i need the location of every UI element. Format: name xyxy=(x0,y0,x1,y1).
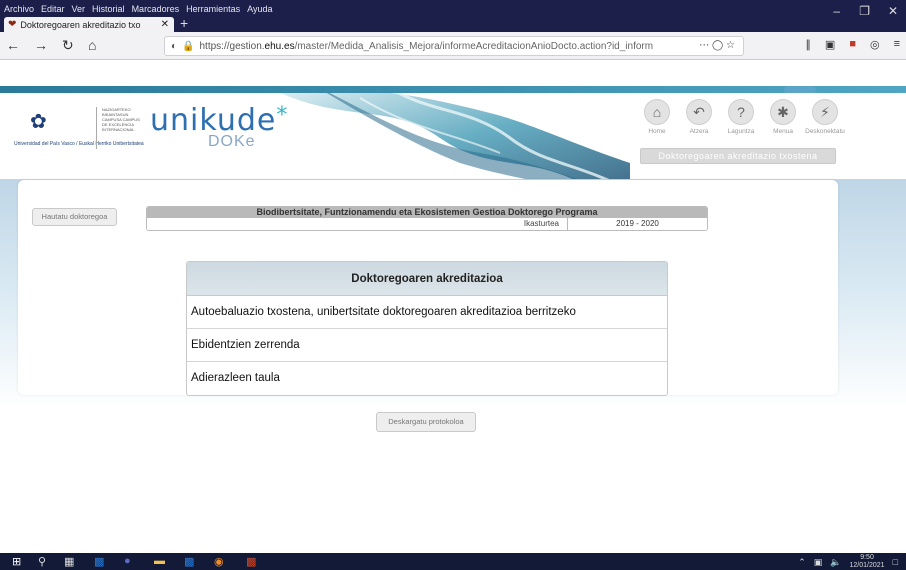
new-tab-icon[interactable]: + xyxy=(180,15,188,31)
site-favicon-icon: ❤ xyxy=(8,19,17,30)
menu-editar[interactable]: Editar xyxy=(41,4,65,14)
clock-time: 9:50 xyxy=(860,554,874,561)
menu-list: Archivo Editar Ver Historial Marcadores … xyxy=(4,4,272,14)
firefox-icon[interactable]: ◉ xyxy=(214,555,224,568)
menu-herramientas[interactable]: Herramientas xyxy=(186,4,240,14)
home-browser-icon[interactable]: ⌂ xyxy=(88,37,96,53)
self-assessment-report-link[interactable]: Autoebaluazio txostena, unibertsitate do… xyxy=(187,296,667,329)
nav-deskonektatu-label: Deskonektatu xyxy=(805,128,845,135)
accreditation-table: Doktoregoaren akreditazioa Autoebaluazio… xyxy=(186,261,668,396)
shield-icon[interactable]: ◐ xyxy=(171,41,177,52)
volume-icon[interactable]: 🔈 xyxy=(830,557,841,568)
tab-title: Doktoregoaren akreditazio txo xyxy=(20,19,141,30)
menu-archivo[interactable]: Archivo xyxy=(4,4,34,14)
app-sub-name: DOKe xyxy=(208,133,256,150)
windows-start-icon[interactable]: ⊞ xyxy=(12,555,21,568)
back-icon[interactable]: ← xyxy=(6,37,20,53)
hamburger-menu-icon[interactable]: ≡ xyxy=(894,38,900,51)
menu-ver[interactable]: Ver xyxy=(72,4,86,14)
nav-laguntza[interactable]: ? Laguntza xyxy=(726,99,756,135)
section-title: Doktoregoaren akreditazio txostena xyxy=(640,148,836,164)
word-icon[interactable]: ▩ xyxy=(184,555,194,568)
year-label: Ikasturtea xyxy=(523,219,559,228)
menu-marcadores[interactable]: Marcadores xyxy=(132,4,180,14)
program-name: Biodibertsitate, Funtzionamendu eta Ekos… xyxy=(147,207,707,218)
reload-icon[interactable]: ↻ xyxy=(62,37,74,54)
nav-deskonektatu[interactable]: ⚡ Deskonektatu xyxy=(805,99,845,135)
download-protocol-button[interactable]: Deskargatu protokoloa xyxy=(376,412,476,432)
clock-date: 12/01/2021 xyxy=(849,562,885,569)
sidebar-icon[interactable]: ▣ xyxy=(825,38,835,51)
url-text: https://gestion.ehu.es/master/Medida_Ana… xyxy=(199,40,654,52)
university-name: Universidad del País Vasco / Euskal Herr… xyxy=(14,141,144,147)
evidence-list-link[interactable]: Ebidentzien zerrenda xyxy=(187,329,667,362)
library-icon[interactable]: ∥ xyxy=(805,38,811,51)
nav-menua-label: Menua xyxy=(773,128,793,135)
logo-divider xyxy=(96,107,97,149)
tray-chevron-icon[interactable]: ⌃ xyxy=(798,557,806,568)
nav-home[interactable]: ⌂ Home xyxy=(642,99,672,135)
menu-historial[interactable]: Historial xyxy=(92,4,125,14)
year-row: Ikasturtea 2019 - 2020 xyxy=(147,218,707,230)
menu-ayuda[interactable]: Ayuda xyxy=(247,4,272,14)
ehu-logo[interactable]: ✿ Universidad del País Vasco / Euskal He… xyxy=(14,107,144,157)
indicators-table-link[interactable]: Adierazleen taula xyxy=(187,362,667,395)
help-icon: ? xyxy=(728,99,754,125)
url-actions: ⋯ ◯ ☆ xyxy=(695,40,735,51)
top-navigation: ⌂ Home ↶ Atzera ? Laguntza ✱ Menua ⚡ Des… xyxy=(642,99,845,135)
program-info-box: Biodibertsitate, Funtzionamendu eta Ekos… xyxy=(146,206,708,231)
home-icon: ⌂ xyxy=(644,99,670,125)
windows-taskbar: ⊞ ⚲ ▦ ▩ ● ▬ ▩ ◉ ▩ ⌃ ▣ 🔈 9:50 12/01/2021 … xyxy=(0,553,906,570)
pocket-icon[interactable]: ◯ xyxy=(712,40,723,51)
select-program-button[interactable]: Hautatu doktoregoa xyxy=(32,208,117,226)
close-tab-icon[interactable]: ✕ xyxy=(161,19,169,30)
nav-atzera-label: Atzera xyxy=(689,128,709,135)
restore-icon[interactable]: ❐ xyxy=(859,4,870,18)
top-accent-strip xyxy=(0,86,906,94)
ehu-tree-icon: ✿ xyxy=(30,111,47,133)
outlook-icon[interactable]: ▩ xyxy=(94,555,104,568)
teams-icon[interactable]: ● xyxy=(124,555,131,567)
powerpoint-icon[interactable]: ▩ xyxy=(246,555,256,568)
file-explorer-icon[interactable]: ▬ xyxy=(154,555,165,567)
nav-atzera[interactable]: ↶ Atzera xyxy=(684,99,714,135)
site-header: ✿ Universidad del País Vasco / Euskal He… xyxy=(0,93,906,179)
back-arrow-icon: ↶ xyxy=(686,99,712,125)
browser-toolbar: ∥ ▣ ■ ◎ ≡ xyxy=(805,38,900,51)
browser-navbar: ← → ↻ ⌂ ◐ 🔒 https://gestion.ehu.es/maste… xyxy=(0,32,906,60)
page-actions-icon[interactable]: ⋯ xyxy=(699,40,709,51)
search-icon[interactable]: ⚲ xyxy=(38,555,46,568)
asterisk-icon: * xyxy=(276,103,289,128)
lock-icon[interactable]: 🔒 xyxy=(182,41,194,52)
menu-icon: ✱ xyxy=(770,99,796,125)
smoke-decoration xyxy=(280,93,630,179)
network-icon[interactable]: ▣ xyxy=(814,557,823,568)
disconnect-icon: ⚡ xyxy=(812,99,838,125)
bookmark-star-icon[interactable]: ☆ xyxy=(726,40,735,51)
accreditation-title: Doktoregoaren akreditazioa xyxy=(187,262,667,296)
extension-icon[interactable]: ■ xyxy=(849,38,856,51)
extension2-icon[interactable]: ◎ xyxy=(870,38,880,51)
system-tray: ⌃ ▣ 🔈 9:50 12/01/2021 □ xyxy=(798,554,898,570)
nav-home-label: Home xyxy=(648,128,666,135)
year-value: 2019 - 2020 xyxy=(567,218,707,230)
task-view-icon[interactable]: ▦ xyxy=(64,555,74,568)
campus-text: NAZIOARTEKO BIKAINTASUN CAMPUSA CAMPUS D… xyxy=(102,107,140,132)
browser-tab[interactable]: ❤ Doktoregoaren akreditazio txo ✕ xyxy=(4,17,174,32)
notifications-icon[interactable]: □ xyxy=(893,557,898,567)
clock[interactable]: 9:50 12/01/2021 xyxy=(850,554,885,570)
url-bar[interactable]: ◐ 🔒 https://gestion.ehu.es/master/Medida… xyxy=(164,36,744,56)
browser-menubar: Archivo Editar Ver Historial Marcadores … xyxy=(0,0,906,32)
nav-laguntza-label: Laguntza xyxy=(727,128,755,135)
forward-icon[interactable]: → xyxy=(34,37,48,53)
minimize-icon[interactable]: – xyxy=(833,4,840,18)
nav-menua[interactable]: ✱ Menua xyxy=(768,99,798,135)
close-window-icon[interactable]: ✕ xyxy=(888,4,898,18)
